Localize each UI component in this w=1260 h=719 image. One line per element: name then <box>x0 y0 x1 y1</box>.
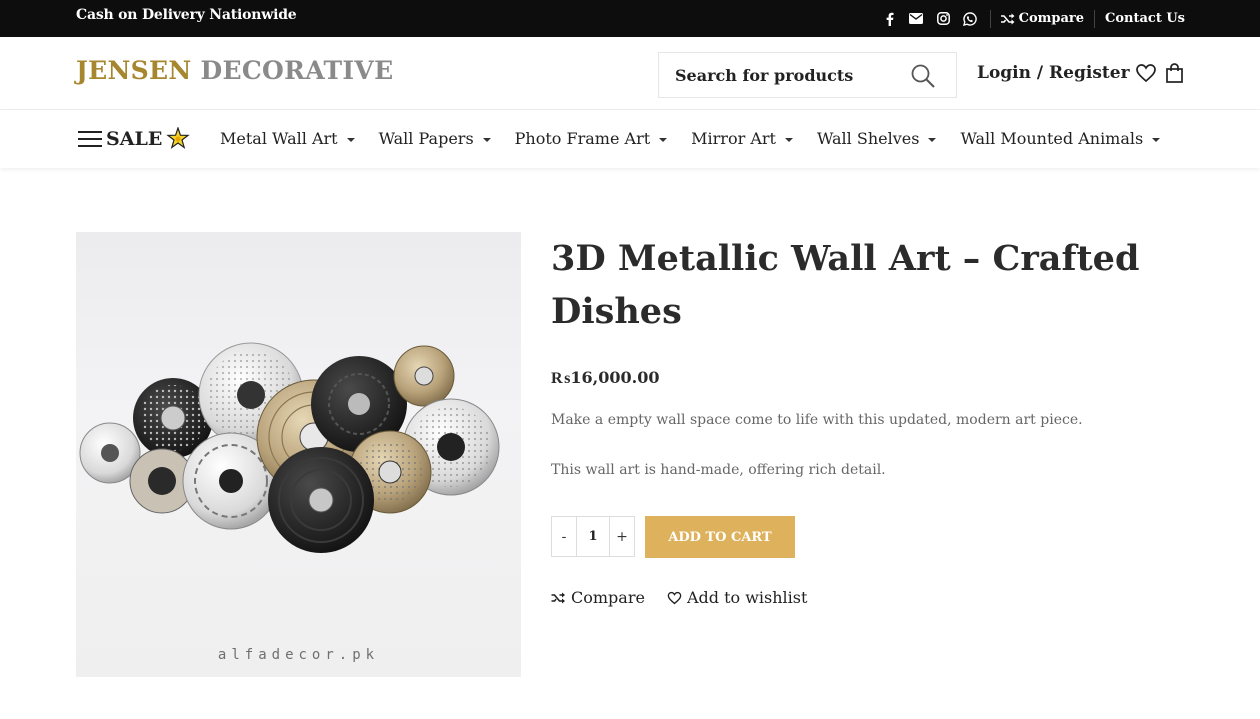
compare-button-label: Compare <box>571 588 645 607</box>
contact-us-link[interactable]: Contact Us <box>1094 9 1185 28</box>
shuffle-icon <box>551 592 565 603</box>
heart-icon <box>667 591 682 604</box>
caret-down-icon <box>928 137 937 142</box>
logo-part-1: JENSEN <box>76 56 192 85</box>
promo-text: Cash on Delivery Nationwide <box>76 7 297 23</box>
caret-down-icon <box>346 137 355 142</box>
product-actions: Compare Add to wishlist <box>551 588 807 607</box>
nav-item-label: Photo Frame Art <box>514 129 651 148</box>
wishlist-button-label: Add to wishlist <box>686 588 808 607</box>
logo-part-2: DECORATIVE <box>200 56 394 85</box>
quantity-stepper: - 1 + <box>551 516 635 557</box>
add-to-wishlist-button[interactable]: Add to wishlist <box>667 588 807 607</box>
product-title: 3D Metallic Wall Art – Crafted Dishes <box>551 238 1140 332</box>
contact-label: Contact Us <box>1105 11 1185 26</box>
category-menu: Metal Wall Art Wall Papers Photo Frame A… <box>220 129 1184 148</box>
quantity-input[interactable]: 1 <box>576 517 610 556</box>
nav-item-mirror-art[interactable]: Mirror Art <box>691 129 793 148</box>
compare-link[interactable]: Compare <box>991 10 1094 28</box>
sale-menu-button[interactable]: SALE <box>78 127 191 151</box>
nav-item-label: Wall Shelves <box>816 129 920 148</box>
top-bar-right: Compare Contact Us <box>882 0 1185 37</box>
nav-item-photo-frame-art[interactable]: Photo Frame Art <box>515 129 668 148</box>
instagram-icon[interactable] <box>936 11 951 26</box>
caret-down-icon <box>784 137 793 142</box>
main-nav: SALE Metal Wall Art Wall Papers Photo Fr… <box>0 110 1260 168</box>
search-icon[interactable] <box>910 63 936 89</box>
envelope-icon[interactable] <box>909 11 924 26</box>
shuffle-icon <box>1000 13 1015 24</box>
metal-dishes-artwork <box>79 342 500 553</box>
whatsapp-icon[interactable] <box>963 11 978 26</box>
heart-icon[interactable] <box>1135 62 1157 84</box>
site-header: JENSEN DECORATIVE Login / Register <box>0 37 1260 110</box>
sparkle-star-icon <box>166 127 191 150</box>
facebook-icon[interactable] <box>882 11 897 26</box>
top-bar: Cash on Delivery Nationwide Compare Cont… <box>0 0 1260 37</box>
site-logo[interactable]: JENSEN DECORATIVE <box>76 56 393 85</box>
sale-label: SALE <box>106 128 163 150</box>
nav-item-label: Wall Mounted Animals <box>960 129 1144 148</box>
nav-item-label: Mirror Art <box>691 129 776 148</box>
add-to-cart-button[interactable]: ADD TO CART <box>645 516 795 558</box>
nav-item-wall-papers[interactable]: Wall Papers <box>379 129 491 148</box>
compare-button[interactable]: Compare <box>551 588 645 607</box>
product-description-2: This wall art is hand-made, offering ric… <box>551 462 886 478</box>
nav-item-label: Metal Wall Art <box>220 129 338 148</box>
quantity-plus-button[interactable]: + <box>610 517 634 556</box>
nav-item-wall-mounted-animals[interactable]: Wall Mounted Animals <box>960 129 1161 148</box>
caret-down-icon <box>1152 137 1161 142</box>
login-register-link[interactable]: Login / Register <box>977 63 1130 83</box>
compare-label: Compare <box>1018 11 1084 26</box>
image-watermark: alfadecor.pk <box>217 647 380 663</box>
caret-down-icon <box>482 137 491 142</box>
search-box <box>658 52 957 98</box>
product-price: ₨16,000.00 <box>551 368 660 387</box>
product-image[interactable]: alfadecor.pk <box>76 232 521 677</box>
product-description-1: Make a empty wall space come to life wit… <box>551 412 1083 428</box>
nav-item-wall-shelves[interactable]: Wall Shelves <box>816 129 937 148</box>
nav-item-label: Wall Papers <box>378 129 474 148</box>
caret-down-icon <box>659 137 668 142</box>
search-input[interactable] <box>659 53 899 97</box>
shopping-bag-icon[interactable] <box>1164 62 1186 84</box>
social-links <box>882 9 991 28</box>
quantity-minus-button[interactable]: - <box>552 517 576 556</box>
hamburger-icon <box>78 131 102 147</box>
nav-item-metal-wall-art[interactable]: Metal Wall Art <box>220 129 355 148</box>
